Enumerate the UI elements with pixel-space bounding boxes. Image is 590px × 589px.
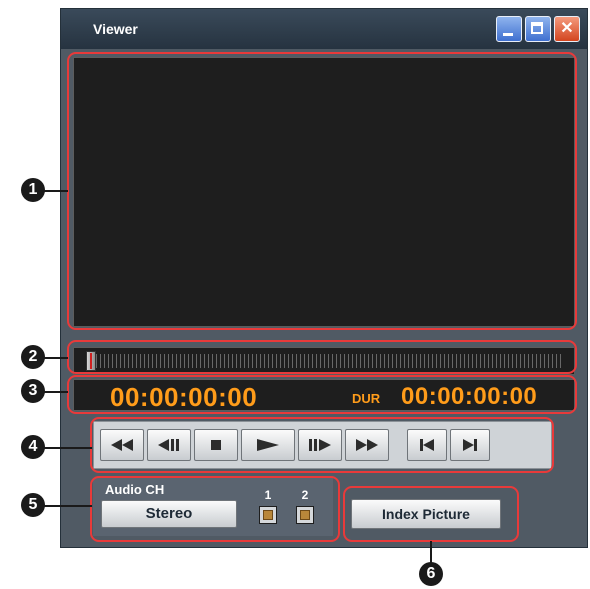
current-timecode: 00:00:00:00 — [110, 382, 258, 412]
marker-2: 2 — [21, 345, 45, 369]
marker-3-leader — [42, 391, 68, 393]
viewer-window: Viewer ✕ 00:00:00:00 DUR 00:00:00:00 Aud… — [60, 8, 588, 548]
close-icon: ✕ — [560, 20, 574, 37]
marker-1-leader — [42, 190, 68, 192]
step-back-icon — [158, 439, 179, 451]
transport-controls — [93, 421, 552, 469]
channel-1-checkbox[interactable] — [259, 506, 277, 524]
channel-1-label: 1 — [264, 488, 272, 502]
marker-3: 3 — [21, 379, 45, 403]
go-to-end-button[interactable] — [450, 429, 490, 461]
marker-4: 4 — [21, 435, 45, 459]
marker-2-leader — [42, 357, 68, 359]
close-button[interactable]: ✕ — [554, 16, 580, 42]
minimize-icon — [503, 33, 513, 36]
go-to-start-button[interactable] — [407, 429, 447, 461]
step-forward-icon — [309, 439, 331, 451]
audio-channel-panel: Audio CH Stereo 1 2 — [93, 478, 333, 536]
play-button[interactable] — [241, 429, 295, 461]
maximize-button[interactable] — [525, 16, 551, 42]
step-forward-button[interactable] — [298, 429, 342, 461]
timecode-display: 00:00:00:00 DUR 00:00:00:00 — [73, 379, 575, 412]
marker-4-leader — [42, 447, 92, 449]
stop-icon — [211, 440, 221, 450]
window-title: Viewer — [93, 21, 138, 37]
audio-channel-label: Audio CH — [105, 482, 165, 497]
rewind-icon — [111, 439, 133, 451]
minimize-button[interactable] — [496, 16, 522, 42]
seek-track[interactable] — [88, 354, 562, 368]
maximize-icon — [531, 22, 543, 34]
stop-button[interactable] — [194, 429, 238, 461]
marker-5-leader — [42, 505, 92, 507]
step-back-button[interactable] — [147, 429, 191, 461]
rewind-button[interactable] — [100, 429, 144, 461]
seek-bar[interactable] — [73, 347, 575, 375]
play-icon — [257, 439, 279, 451]
fast-forward-icon — [356, 439, 378, 451]
duration-timecode: 00:00:00:00 — [401, 383, 538, 410]
title-bar[interactable]: Viewer ✕ — [61, 9, 587, 49]
marker-6-leader — [430, 541, 432, 564]
duration-label: DUR — [352, 391, 381, 406]
marker-6: 6 — [419, 562, 443, 586]
marker-1: 1 — [21, 178, 45, 202]
video-display — [73, 57, 575, 327]
fast-forward-button[interactable] — [345, 429, 389, 461]
seek-slider-thumb[interactable] — [86, 351, 96, 371]
channel-2-label: 2 — [301, 488, 309, 502]
stereo-button[interactable]: Stereo — [101, 500, 237, 528]
go-to-start-icon — [420, 439, 434, 451]
index-picture-button[interactable]: Index Picture — [351, 499, 501, 529]
go-to-end-icon — [463, 439, 477, 451]
marker-5: 5 — [21, 493, 45, 517]
channel-2-checkbox[interactable] — [296, 506, 314, 524]
